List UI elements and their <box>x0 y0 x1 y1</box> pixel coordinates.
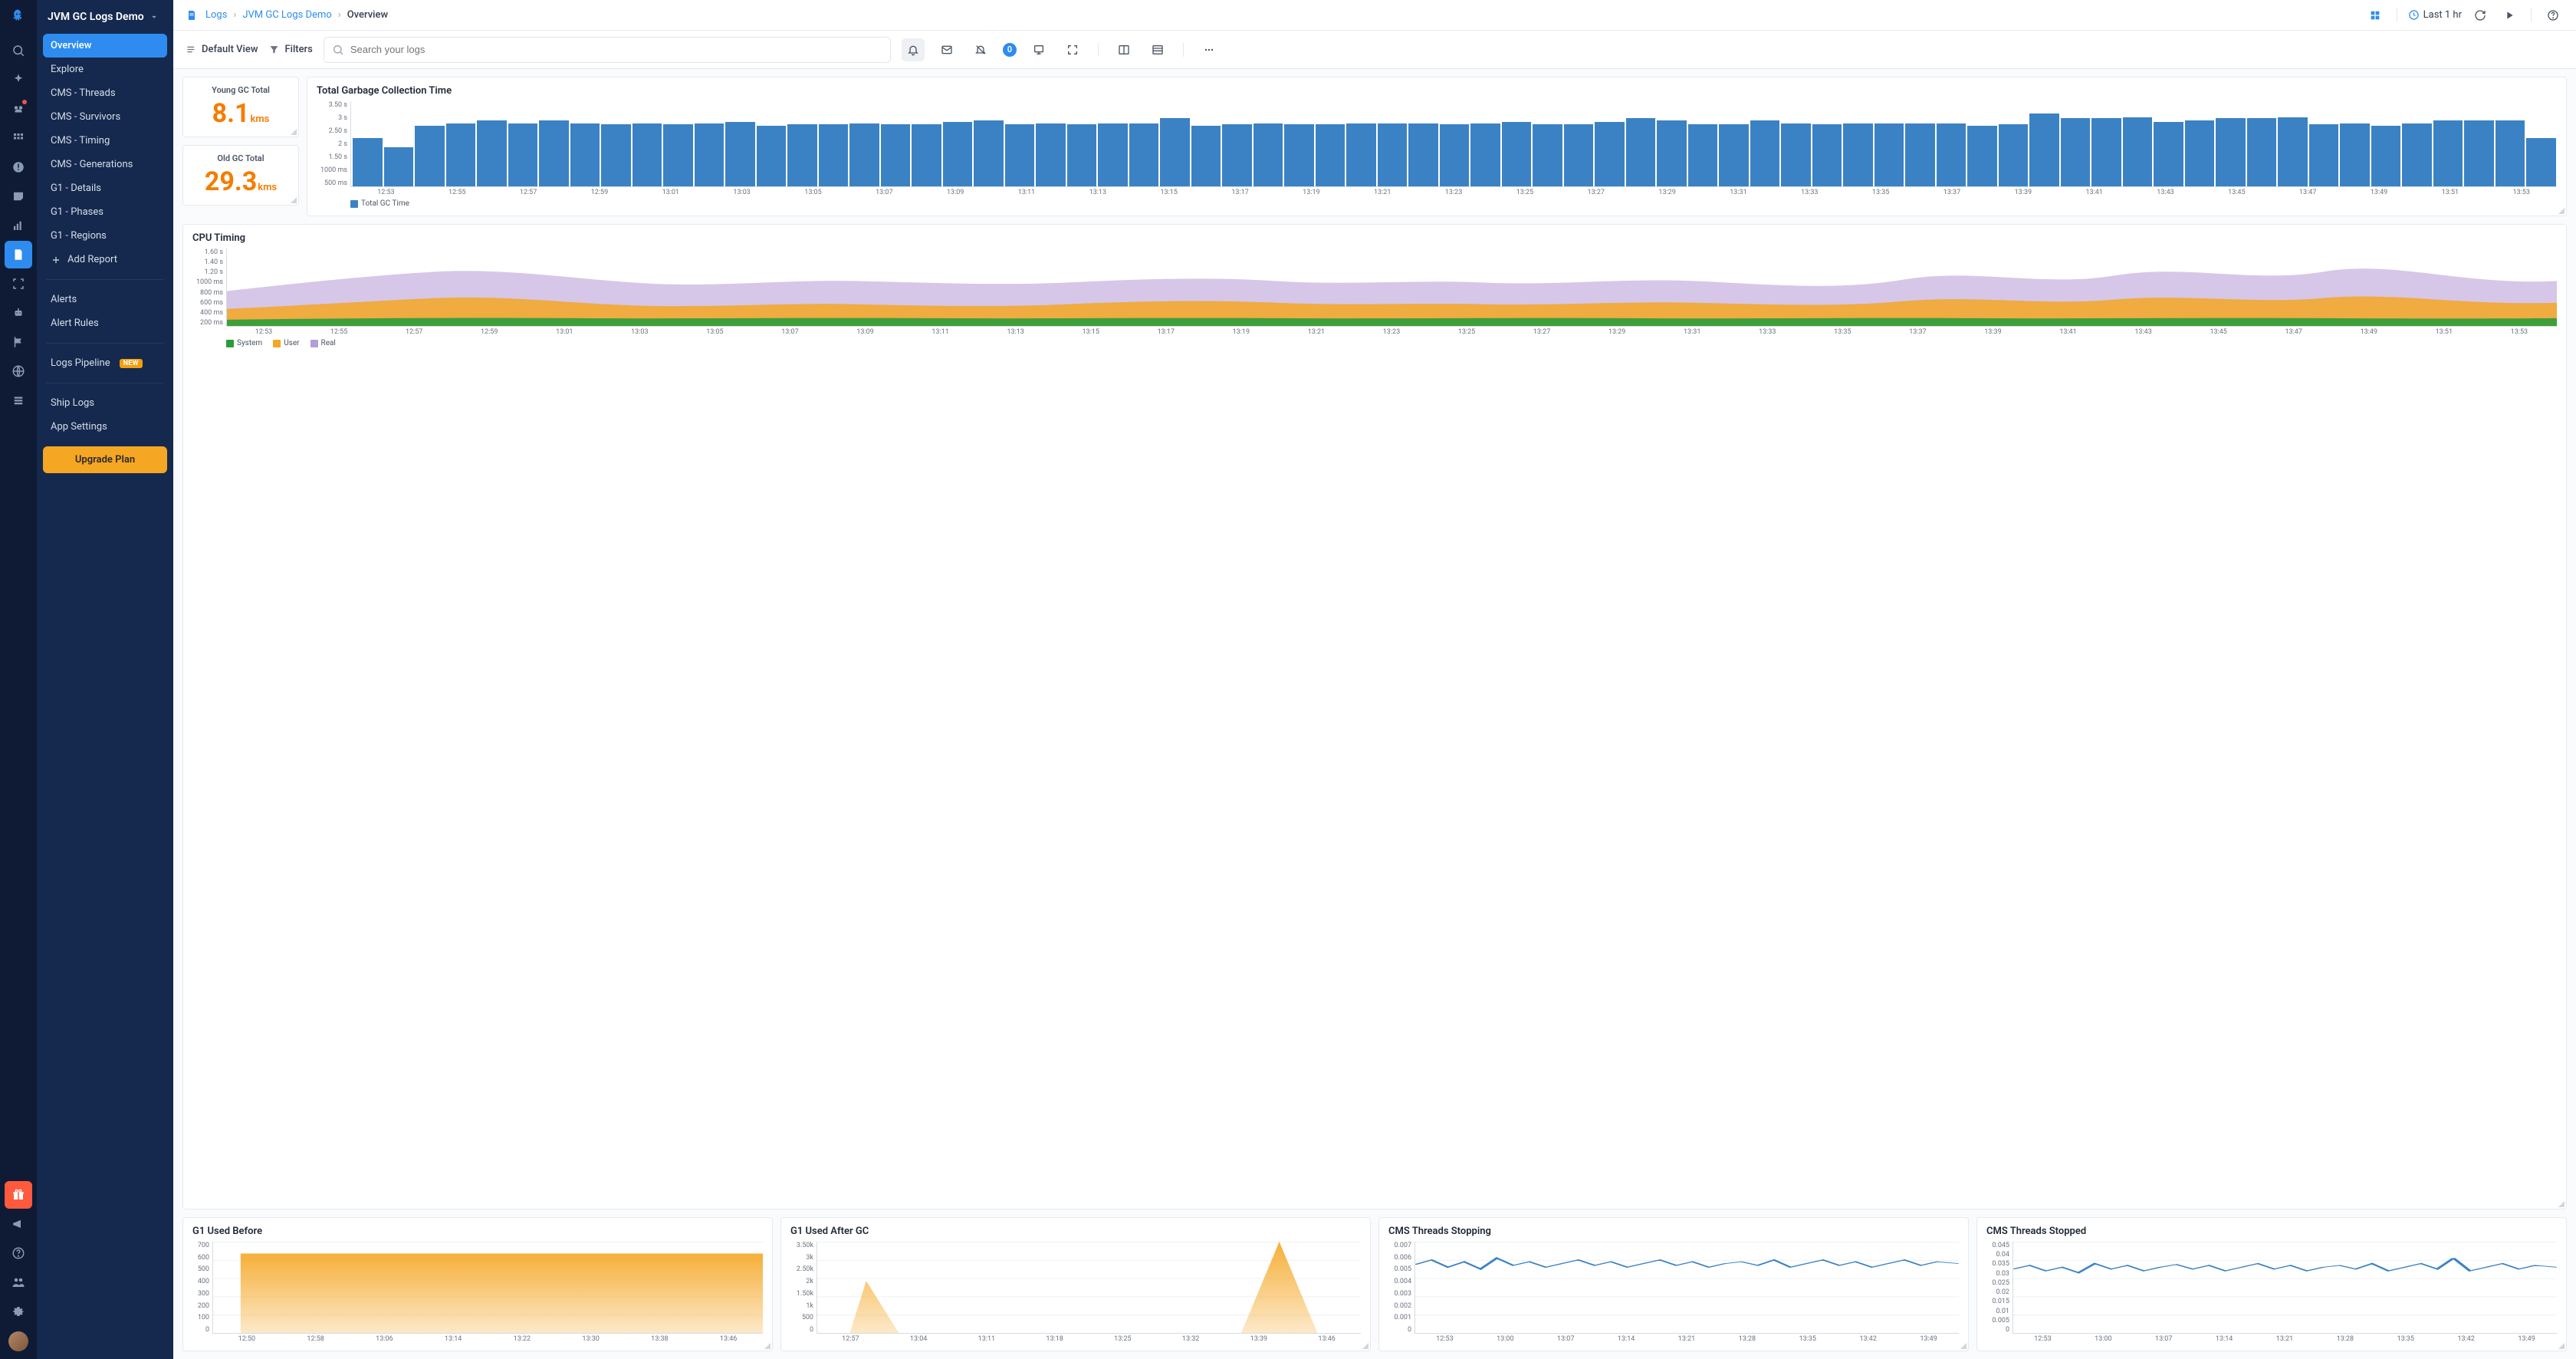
chart-cms-stopping: CMS Threads Stopping 0.0070.0060.0050.00… <box>1378 1217 1969 1351</box>
nav-item-cms-survivors[interactable]: CMS - Survivors <box>43 105 167 129</box>
rocket-icon[interactable] <box>5 66 32 94</box>
chart-cpu-timing: CPU Timing 1.60 s1.40 s1.20 s1000 ms800 … <box>182 224 2567 1209</box>
plus-icon <box>51 255 61 265</box>
nav-item-g1-details[interactable]: G1 - Details <box>43 176 167 200</box>
bug-icon[interactable] <box>5 95 32 123</box>
bc-current: Overview <box>347 9 388 21</box>
nav-item-explore[interactable]: Explore <box>43 58 167 81</box>
icon-rail <box>0 0 37 1359</box>
resize-handle[interactable] <box>764 1343 770 1349</box>
nav-app-settings[interactable]: App Settings <box>43 415 167 439</box>
stat-young-gc: Young GC Total 8.1kms <box>182 77 299 137</box>
nav-ship-logs[interactable]: Ship Logs <box>43 391 167 415</box>
app-title: JVM GC Logs Demo <box>48 11 144 23</box>
refresh-icon[interactable] <box>2469 5 2491 26</box>
count-badge: 0 <box>1003 43 1017 57</box>
gear-icon[interactable] <box>5 1298 32 1325</box>
mail-icon[interactable] <box>935 38 958 61</box>
megaphone-icon[interactable] <box>5 1210 32 1238</box>
inbox-icon[interactable] <box>5 183 32 210</box>
resize-handle[interactable] <box>1362 1343 1368 1349</box>
search-input[interactable] <box>324 37 891 63</box>
chart-g1-after: G1 Used After GC 3.50k3k2.50k2k1.50k1k50… <box>780 1217 1371 1351</box>
nav-item-overview[interactable]: Overview <box>43 34 167 58</box>
resize-handle[interactable] <box>2558 208 2564 214</box>
team-icon[interactable] <box>5 1269 32 1296</box>
filters-button[interactable]: Filters <box>268 44 312 55</box>
default-view-button[interactable]: Default View <box>186 44 258 55</box>
globe-icon[interactable] <box>5 357 32 385</box>
logs-icon[interactable] <box>5 241 32 268</box>
chart-icon[interactable] <box>5 212 32 239</box>
bell-off-icon[interactable] <box>969 38 992 61</box>
nav-item-g1-phases[interactable]: G1 - Phases <box>43 200 167 224</box>
logo-icon <box>8 8 29 29</box>
more-icon[interactable] <box>1198 38 1221 61</box>
help-icon[interactable] <box>5 1239 32 1267</box>
gift-icon[interactable] <box>5 1181 32 1209</box>
resize-handle[interactable] <box>291 129 297 135</box>
resize-handle[interactable] <box>2558 1343 2564 1349</box>
play-icon[interactable] <box>2499 5 2520 26</box>
app-switcher[interactable]: JVM GC Logs Demo <box>43 8 167 34</box>
toolbar: Default View Filters 0 <box>173 31 2576 69</box>
nav-logs-pipeline[interactable]: Logs Pipeline NEW <box>43 351 167 375</box>
nav-item-cms-generations[interactable]: CMS - Generations <box>43 153 167 176</box>
nav-item-cms-timing[interactable]: CMS - Timing <box>43 129 167 153</box>
download-icon[interactable] <box>1027 38 1050 61</box>
stack-icon[interactable] <box>5 387 32 414</box>
layout-split-icon[interactable] <box>1112 38 1135 61</box>
avatar[interactable] <box>8 1331 28 1351</box>
main: Logs › JVM GC Logs Demo › Overview Last … <box>173 0 2576 1359</box>
document-icon <box>186 9 198 21</box>
time-range-picker[interactable]: Last 1 hr <box>2408 9 2462 21</box>
bell-icon[interactable] <box>902 38 925 61</box>
search-icon <box>332 44 344 56</box>
add-report-button[interactable]: Add Report <box>43 248 167 271</box>
upgrade-button[interactable]: Upgrade Plan <box>43 446 167 473</box>
content: Young GC Total 8.1kms Old GC Total 29.3k… <box>173 69 2576 1359</box>
chevron-down-icon <box>149 12 159 22</box>
scan-icon[interactable] <box>5 270 32 298</box>
search-icon[interactable] <box>5 37 32 64</box>
flag-icon[interactable] <box>5 328 32 356</box>
fullscreen-icon[interactable] <box>1061 38 1084 61</box>
alert-icon[interactable] <box>5 153 32 181</box>
side-nav: JVM GC Logs Demo OverviewExploreCMS - Th… <box>37 0 173 1359</box>
filter-icon <box>268 44 280 55</box>
bc-app[interactable]: JVM GC Logs Demo <box>242 9 331 21</box>
apps-icon[interactable] <box>2364 5 2386 26</box>
stat-old-gc: Old GC Total 29.3kms <box>182 145 299 206</box>
list-icon <box>186 44 197 55</box>
new-badge: NEW <box>120 359 143 368</box>
grid-icon[interactable] <box>5 124 32 152</box>
topbar: Logs › JVM GC Logs Demo › Overview Last … <box>173 0 2576 31</box>
resize-handle[interactable] <box>291 197 297 203</box>
nav-item-g1-regions[interactable]: G1 - Regions <box>43 224 167 248</box>
chart-cms-stopped: CMS Threads Stopped 0.0450.040.0350.030.… <box>1976 1217 2567 1351</box>
chart-g1-before: G1 Used Before 7006005004003002001000 12… <box>182 1217 773 1351</box>
breadcrumb: Logs › JVM GC Logs Demo › Overview <box>205 9 388 21</box>
clock-icon <box>2408 9 2420 21</box>
nav-item-cms-threads[interactable]: CMS - Threads <box>43 81 167 105</box>
resize-handle[interactable] <box>1960 1343 1967 1349</box>
help-icon-top[interactable] <box>2542 5 2564 26</box>
bc-logs[interactable]: Logs <box>205 9 227 21</box>
layout-list-icon[interactable] <box>1146 38 1169 61</box>
nav-alerts[interactable]: Alerts <box>43 288 167 311</box>
nav-alert-rules[interactable]: Alert Rules <box>43 311 167 335</box>
chart-gc-time: Total Garbage Collection Time 3.50 s3 s2… <box>307 77 2567 216</box>
robot-icon[interactable] <box>5 299 32 327</box>
resize-handle[interactable] <box>2558 1201 2564 1207</box>
